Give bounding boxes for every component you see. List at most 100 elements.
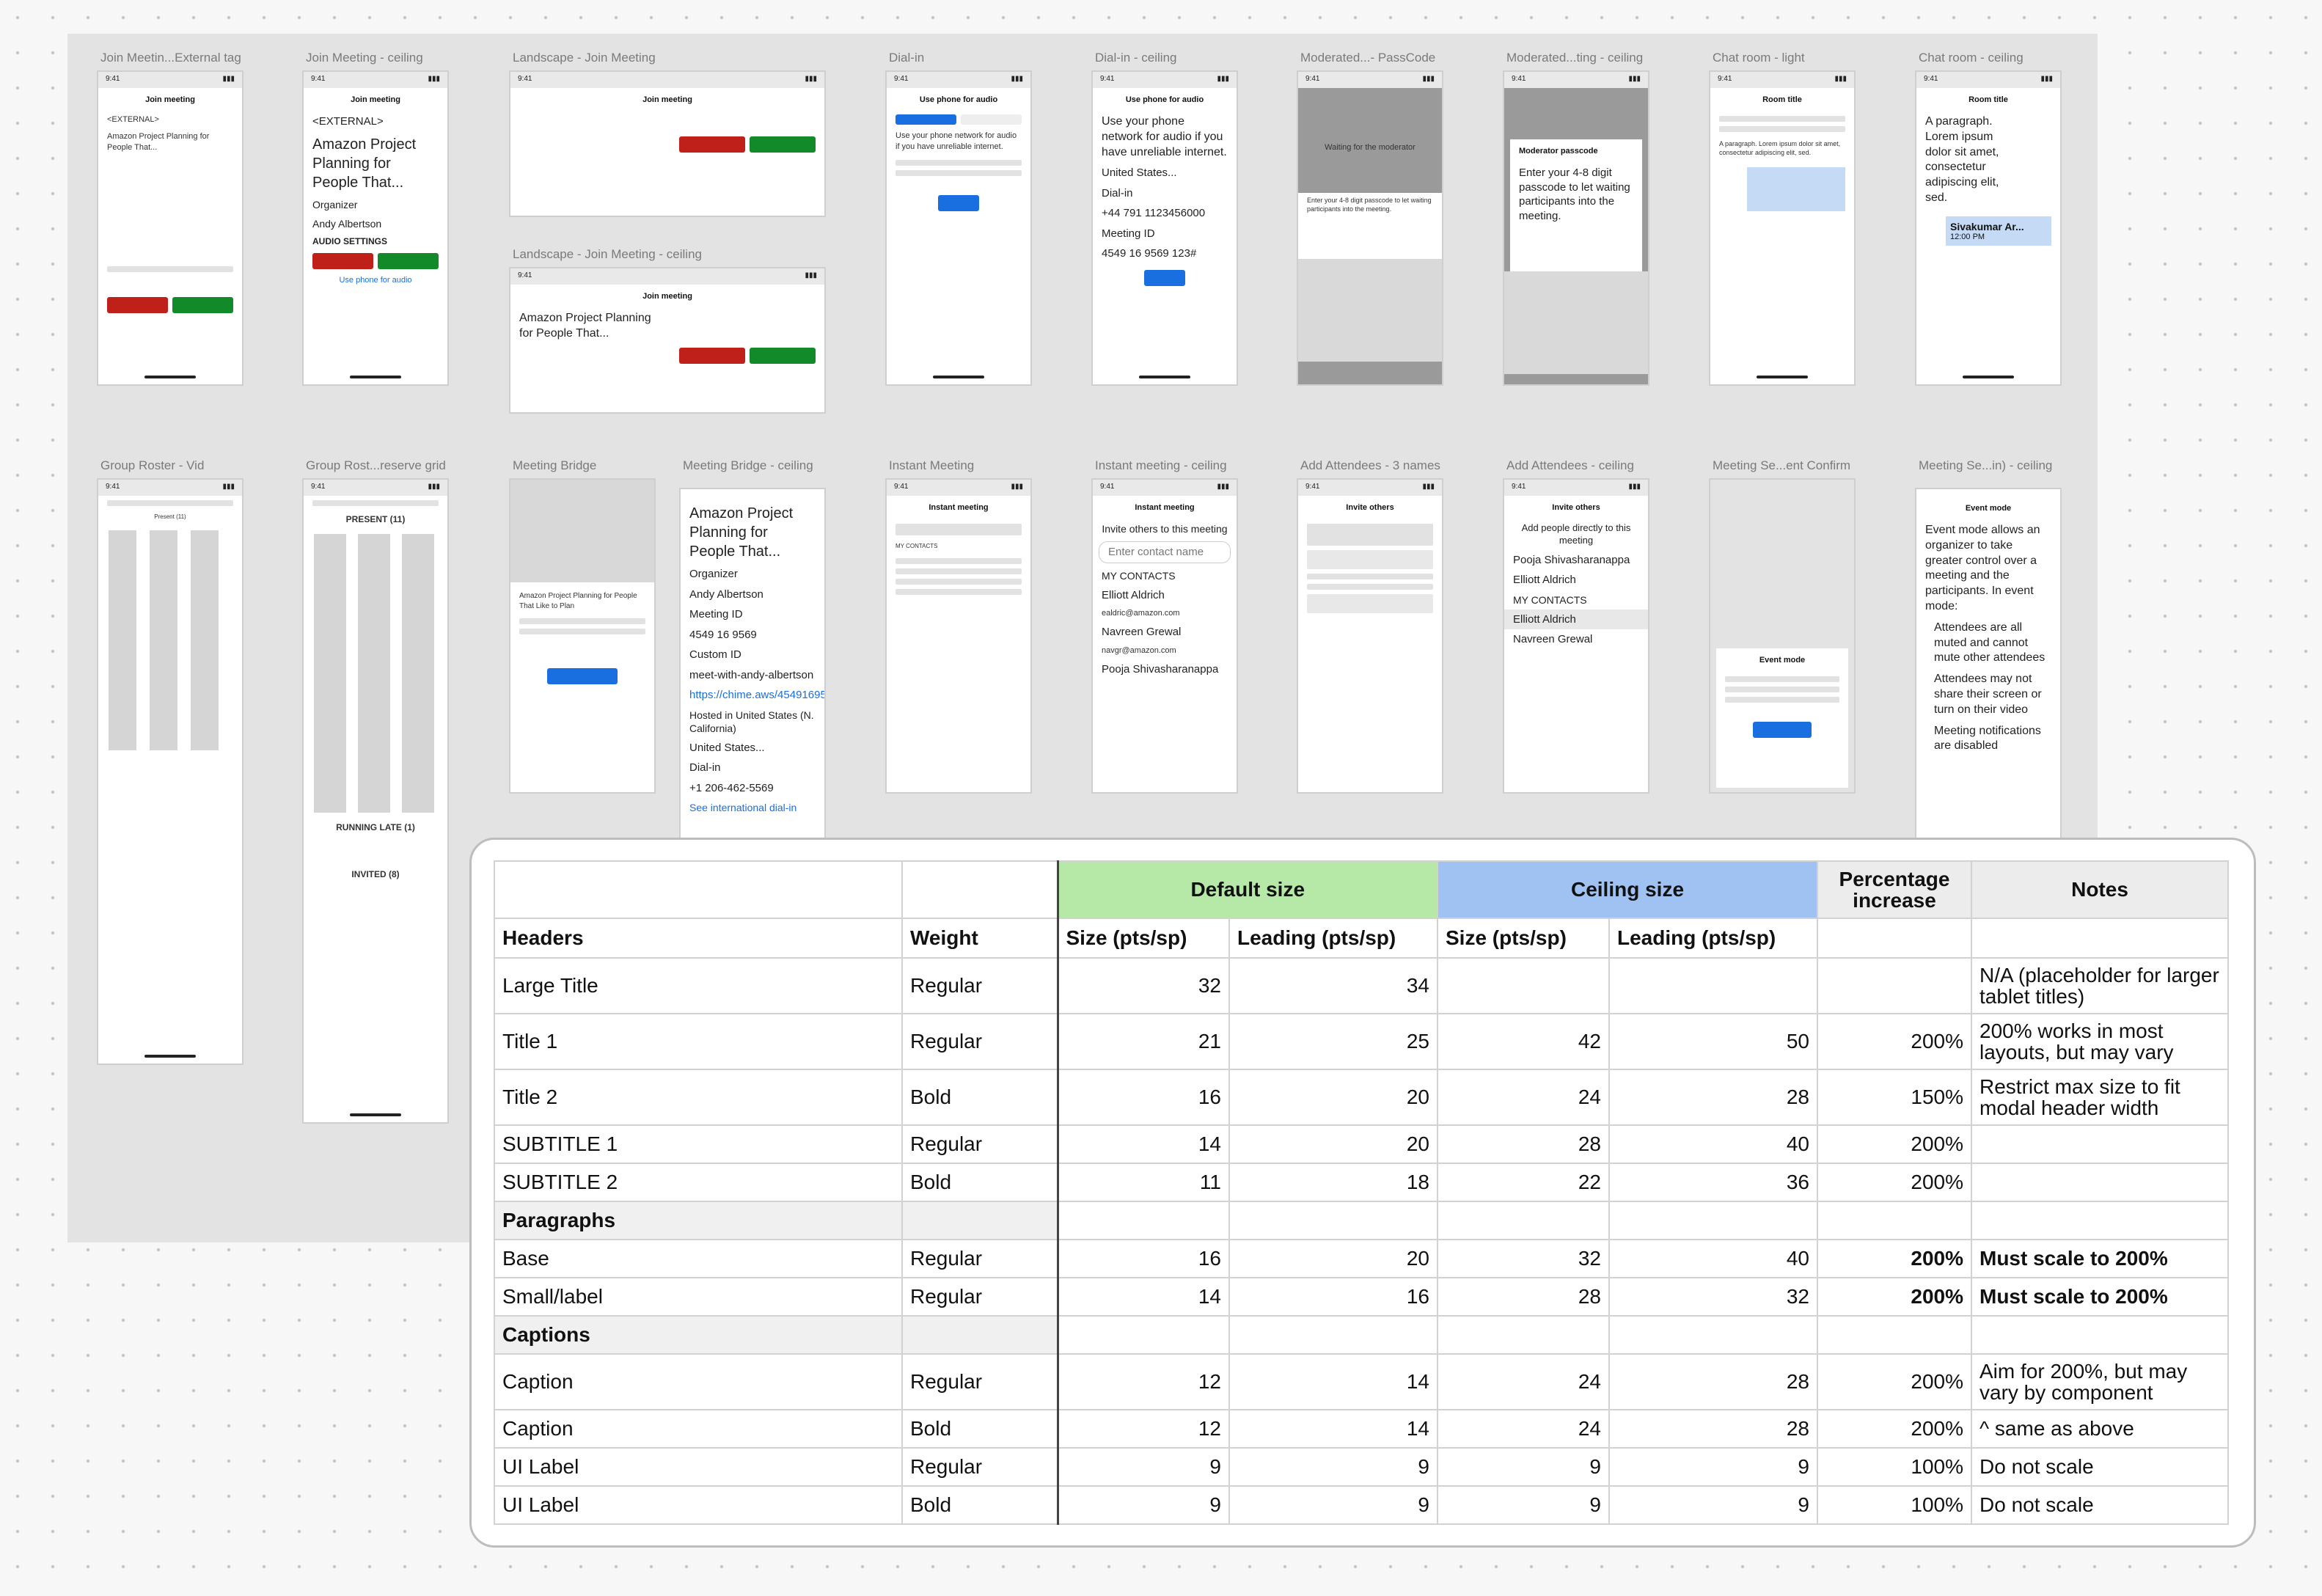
frame-label[interactable]: Moderated...ting - ceiling xyxy=(1506,51,1643,65)
phone-frame-chat-light[interactable]: 9:41 ▮▮▮ Room title A paragraph. Lorem ip… xyxy=(1709,70,1856,386)
home-indicator xyxy=(350,1113,401,1116)
bridge-link[interactable]: https://chime.aws/4549169569 xyxy=(681,685,824,706)
frame-label[interactable]: Add Attendees - ceiling xyxy=(1506,458,1634,473)
leading-cell: 20 xyxy=(1228,1239,1438,1278)
participant-grid[interactable] xyxy=(109,530,232,750)
status-time: 9:41 xyxy=(1718,75,1732,83)
contact-search-input[interactable] xyxy=(896,524,1022,535)
answer-button[interactable] xyxy=(172,296,233,313)
frame-label[interactable]: Meeting Se...ent Confirm xyxy=(1713,458,1850,473)
meeting-title: Amazon Project Planning for People That.… xyxy=(519,312,651,340)
custom-id: meet-with-andy-albertson xyxy=(689,668,814,681)
phone-frame-bridge[interactable]: Amazon Project Planning for People That … xyxy=(509,478,656,794)
callme-tab[interactable] xyxy=(961,114,1022,125)
contact-row[interactable] xyxy=(896,568,1022,574)
phone-frame-instant-ceiling[interactable]: 9:41 ▮▮▮ Instant meeting Invite others to… xyxy=(1091,478,1238,794)
contact-name[interactable]: Navreen Grewal xyxy=(1093,622,1237,643)
note-cell: ^ same as above xyxy=(1971,1409,2229,1449)
frame-label[interactable]: Join Meetin...External tag xyxy=(100,51,241,65)
participant-grid[interactable] xyxy=(314,534,437,813)
contact-row[interactable] xyxy=(896,557,1022,564)
frame-label[interactable]: Meeting Bridge xyxy=(513,458,596,473)
status-bar: 9:41 ▮▮▮ xyxy=(1504,480,1648,496)
contact-row[interactable] xyxy=(896,588,1022,595)
dial-in-now-button[interactable] xyxy=(938,194,979,211)
my-contacts-heading: MY CONTACTS xyxy=(896,543,938,549)
contact-row[interactable] xyxy=(896,578,1022,585)
frame-label[interactable]: Moderated...- PassCode xyxy=(1300,51,1435,65)
phone-frame-event-confirm[interactable]: Event mode xyxy=(1709,478,1856,794)
frame-label[interactable]: Meeting Bridge - ceiling xyxy=(683,458,813,473)
country-select[interactable]: United States... xyxy=(681,738,824,758)
frame-title: Event mode xyxy=(1759,656,1806,665)
decline-button[interactable] xyxy=(107,296,168,313)
empty-cell xyxy=(1971,918,2229,959)
answer-button[interactable] xyxy=(378,253,439,270)
phone-frame-event-ceiling[interactable]: Event mode Event mode allows an organize… xyxy=(1915,488,2062,840)
frame-label[interactable]: Dial-in - ceiling xyxy=(1095,51,1176,65)
contact-row[interactable] xyxy=(1307,550,1433,569)
contact-name[interactable]: Pooja Shivasharanappa xyxy=(1093,659,1237,680)
ceiling-size-cell: 9 xyxy=(1437,1485,1610,1525)
frame-title: Instant meeting xyxy=(929,503,989,512)
phone-frame-passcode-ceiling[interactable]: 9:41 ▮▮▮ Moderator passcode Enter your 4-… xyxy=(1503,70,1649,386)
chip-input[interactable] xyxy=(1307,524,1433,546)
phone-frame-passcode[interactable]: 9:41 ▮▮▮ Waiting for the moderator Enter … xyxy=(1297,70,1443,386)
contact-row[interactable] xyxy=(1307,594,1433,613)
share-meeting-button[interactable] xyxy=(547,668,618,684)
section-row-captions: Captions xyxy=(494,1315,2229,1355)
frame-label[interactable]: Instant meeting - ceiling xyxy=(1095,458,1227,473)
landscape-frame-join-ceiling[interactable]: 9:41 ▮▮▮ Join meeting Amazon Project Plan… xyxy=(509,267,826,414)
landscape-frame-join[interactable]: 9:41 ▮▮▮ Join meeting xyxy=(509,70,826,217)
phone-frame-dialin[interactable]: 9:41 ▮▮▮ Use phone for audio Use your pho… xyxy=(885,70,1032,386)
frame-label[interactable]: Landscape - Join Meeting xyxy=(513,51,656,65)
frame-label[interactable]: Dial-in xyxy=(889,51,924,65)
contact-row[interactable] xyxy=(1307,584,1433,590)
phone-frame-join-ceiling[interactable]: 9:41 ▮▮▮ Join meeting <EXTERNAL> Amazon P… xyxy=(302,70,449,386)
use-phone-link[interactable]: Use phone for audio xyxy=(304,272,447,289)
phone-frame-roster-ceiling[interactable]: 9:41 ▮▮▮ PRESENT (11) RUNNING LATE (1) IN… xyxy=(302,478,449,1124)
contact-name[interactable]: Navreen Grewal xyxy=(1504,629,1648,650)
phone-frame-instant[interactable]: 9:41 ▮▮▮ Instant meeting MY CONTACTS xyxy=(885,478,1032,794)
contact-name[interactable]: Elliott Aldrich xyxy=(1093,585,1237,606)
phone-frame-bridge-ceiling[interactable]: Amazon Project Planning for People That.… xyxy=(679,488,826,840)
phone-frame-attendees-ceiling[interactable]: 9:41 ▮▮▮ Invite others Add people directl… xyxy=(1503,478,1649,794)
frame-label[interactable]: Group Rost...reserve grid xyxy=(306,458,446,473)
start-event-button[interactable] xyxy=(1753,722,1812,738)
answer-button[interactable] xyxy=(750,347,816,364)
decline-button[interactable] xyxy=(679,136,745,153)
decline-button[interactable] xyxy=(312,253,373,270)
frame-label[interactable]: Group Roster - Vid xyxy=(100,458,204,473)
frame-label[interactable]: Landscape - Join Meeting - ceiling xyxy=(513,247,702,262)
size-cell: 21 xyxy=(1056,1013,1230,1070)
answer-button[interactable] xyxy=(750,136,816,153)
phone-frame-dialin-ceiling[interactable]: 9:41 ▮▮▮ Use phone for audio Use your pho… xyxy=(1091,70,1238,386)
dial-in-now-button[interactable] xyxy=(1144,269,1185,286)
ceiling-leading-cell: 50 xyxy=(1608,1013,1818,1070)
frame-label[interactable]: Add Attendees - 3 names xyxy=(1300,458,1440,473)
frame-label[interactable]: Chat room - ceiling xyxy=(1919,51,2023,65)
numeric-keypad[interactable] xyxy=(1298,258,1442,362)
phone-frame-chat-ceiling[interactable]: 9:41 ▮▮▮ Room title A paragraph. Lorem ip… xyxy=(1915,70,2062,386)
frame-label[interactable]: Instant Meeting xyxy=(889,458,974,473)
frame-label[interactable]: Join Meeting - ceiling xyxy=(306,51,423,65)
status-time: 9:41 xyxy=(894,483,909,491)
see-intl-link[interactable]: See international dial-in xyxy=(681,798,824,817)
country-select[interactable]: United States... xyxy=(1093,163,1237,183)
phone-frame-roster[interactable]: 9:41 ▮▮▮ Present (11) xyxy=(97,478,243,1065)
dialin-tab[interactable] xyxy=(896,114,956,125)
phone-frame-attendees[interactable]: 9:41 ▮▮▮ Invite others xyxy=(1297,478,1443,794)
frame-label[interactable]: Meeting Se...in) - ceiling xyxy=(1919,458,2052,473)
ceiling-size-cell xyxy=(1437,957,1610,1014)
chip-name[interactable]: Pooja Shivasharanappa xyxy=(1504,550,1648,571)
battery-icon: ▮▮▮ xyxy=(1628,483,1641,491)
status-bar: 9:41 ▮▮▮ xyxy=(510,72,824,88)
decline-button[interactable] xyxy=(679,347,745,364)
numeric-keypad[interactable] xyxy=(1504,271,1648,374)
contact-search-input[interactable]: Enter contact name xyxy=(1099,541,1231,563)
frame-label[interactable]: Chat room - light xyxy=(1713,51,1805,65)
contact-name[interactable]: Elliott Aldrich xyxy=(1504,609,1648,630)
chip-name[interactable]: Elliott Aldrich xyxy=(1504,570,1648,590)
phone-frame-join-external[interactable]: 9:41 ▮▮▮ Join meeting <EXTERNAL> Amazon P… xyxy=(97,70,243,386)
contact-row[interactable] xyxy=(1307,574,1433,579)
